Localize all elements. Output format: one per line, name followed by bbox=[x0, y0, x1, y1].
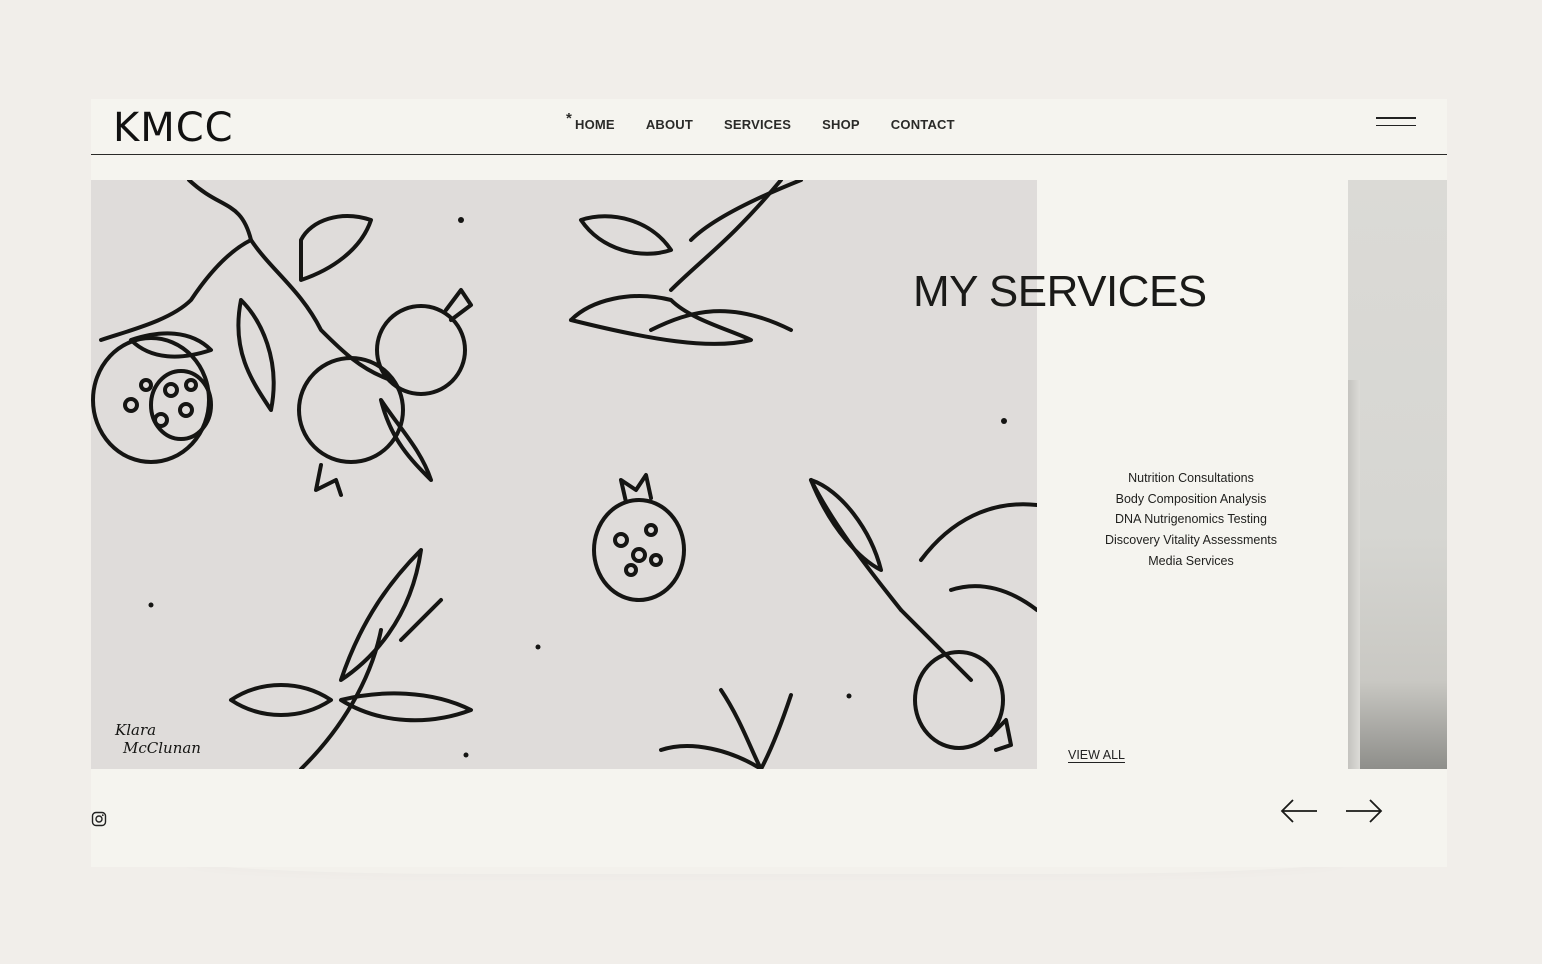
service-item: Nutrition Consultations bbox=[1128, 471, 1254, 485]
instagram-icon[interactable] bbox=[91, 811, 107, 827]
view-all-link[interactable]: VIEW ALL bbox=[1068, 748, 1125, 762]
service-item: Discovery Vitality Assessments bbox=[1104, 533, 1278, 548]
nav-item-shop[interactable]: SHOP bbox=[822, 117, 860, 132]
hamburger-line bbox=[1376, 117, 1416, 119]
nav-item-contact[interactable]: CONTACT bbox=[891, 117, 955, 132]
service-item: DNA Nutrigenomics Testing bbox=[1115, 512, 1267, 527]
site-logo[interactable]: KMCC bbox=[113, 105, 234, 151]
hamburger-line bbox=[1376, 124, 1416, 126]
service-item: Media Services bbox=[1148, 553, 1234, 568]
vase-edge bbox=[1348, 380, 1360, 769]
next-slide-preview[interactable] bbox=[1348, 180, 1447, 769]
active-marker: * bbox=[566, 110, 573, 127]
site-header: KMCC * HOME ABOUT SERVICES SHOP CONTACT bbox=[91, 99, 1447, 155]
hero-illustration: Klara McClunan bbox=[91, 180, 1037, 769]
nav-item-home[interactable]: * HOME bbox=[566, 110, 615, 132]
services-list: Nutrition Consultations Body Composition… bbox=[1081, 468, 1301, 572]
arrow-right-icon[interactable] bbox=[1344, 796, 1384, 826]
svg-text:McClunan: McClunan bbox=[122, 739, 201, 757]
arrow-left-icon[interactable] bbox=[1279, 796, 1319, 826]
artist-signature: Klara bbox=[114, 721, 156, 739]
site-frame: KMCC *HOME ABOUT SERVICES SHOP CONTACT bbox=[91, 99, 1447, 867]
nav-item-home-label: HOME bbox=[575, 117, 615, 132]
services-title: MY SERVICES bbox=[913, 267, 1207, 316]
service-item: Body Composition Analysis bbox=[1115, 491, 1267, 506]
main-nav: * HOME ABOUT SERVICES SHOP CONTACT bbox=[566, 110, 955, 132]
nav-item-services[interactable]: SERVICES bbox=[724, 117, 791, 132]
pomegranate-illustration: Klara McClunan bbox=[91, 180, 1037, 769]
hamburger-icon[interactable] bbox=[1376, 117, 1416, 131]
nav-item-about[interactable]: ABOUT bbox=[646, 117, 693, 132]
